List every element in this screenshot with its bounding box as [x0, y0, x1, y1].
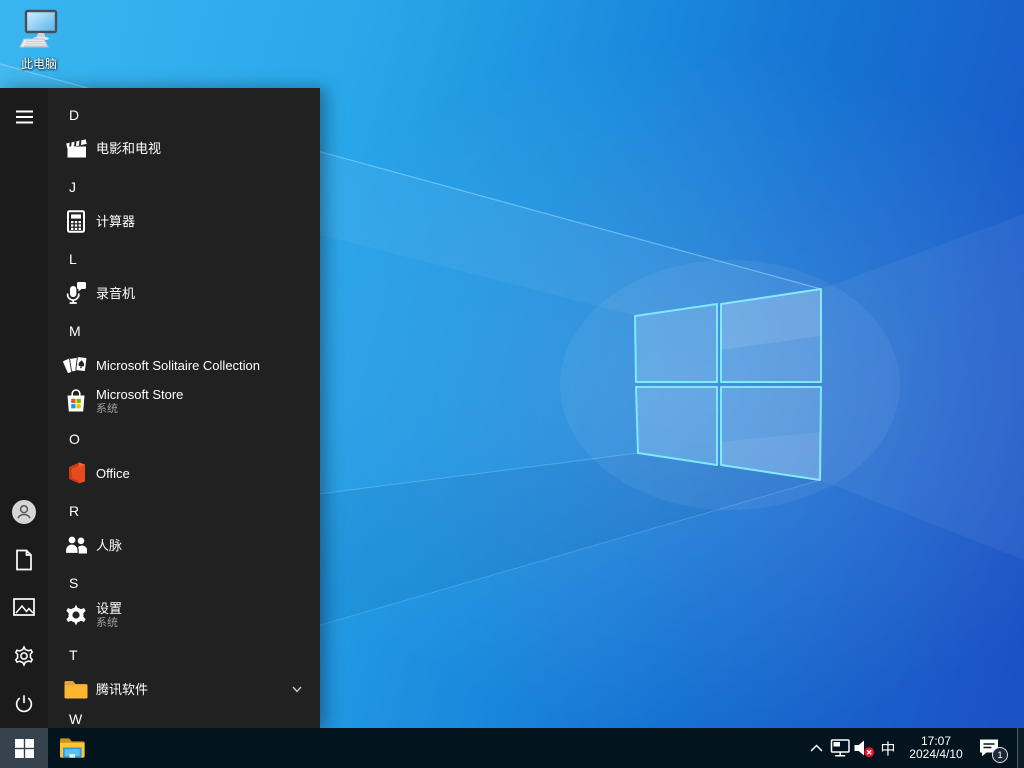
- folder-icon: [64, 680, 88, 698]
- people-icon: [64, 535, 87, 555]
- section-letter-j[interactable]: J: [69, 176, 109, 198]
- section-letter-t[interactable]: T: [69, 644, 109, 666]
- app-label: Microsoft Store: [96, 386, 184, 402]
- app-sublabel: 系统: [96, 616, 118, 629]
- volume-muted-icon: [854, 740, 874, 757]
- store-icon: [67, 389, 85, 412]
- file-explorer-icon: [60, 738, 85, 758]
- windows-logo-icon: [14, 738, 34, 758]
- voice-recorder-icon: [66, 282, 86, 304]
- app-row-calculator[interactable]: 计算器: [48, 205, 320, 237]
- tray-hidden-icons-button[interactable]: [806, 728, 826, 768]
- app-label: Office: [96, 465, 130, 481]
- movies-tv-icon: [65, 139, 87, 158]
- user-avatar: [12, 500, 36, 524]
- section-letter-m[interactable]: M: [69, 320, 109, 342]
- app-label: Microsoft Solitaire Collection: [96, 357, 261, 373]
- section-letter-s[interactable]: S: [69, 572, 109, 594]
- app-row-settings[interactable]: 设置 系统: [48, 595, 320, 635]
- start-menu-rail: [0, 88, 48, 728]
- pictures-button[interactable]: [0, 583, 48, 631]
- section-letter-w[interactable]: W: [69, 708, 109, 728]
- app-row-people[interactable]: 人脉: [48, 529, 320, 561]
- file-explorer-button[interactable]: [48, 728, 96, 768]
- documents-icon: [16, 549, 32, 571]
- windows-desktop-screen: 此电脑 D 电影和电视 J 计算器 L 录音机 M Microsoft Soli…: [0, 0, 1024, 768]
- pictures-icon: [13, 598, 35, 616]
- chevron-down-icon: [292, 686, 302, 693]
- start-button[interactable]: [0, 728, 48, 768]
- app-label: 电影和电视: [96, 140, 162, 156]
- start-menu-app-list: D 电影和电视 J 计算器 L 录音机 M Microsoft Solitair…: [48, 88, 320, 728]
- tray-ime-button[interactable]: 中: [876, 728, 900, 768]
- office-icon: [69, 462, 85, 484]
- app-row-office[interactable]: Office: [48, 457, 320, 489]
- app-label: 腾讯软件: [96, 681, 149, 697]
- section-letter-r[interactable]: R: [69, 500, 109, 522]
- tray-network-button[interactable]: [827, 728, 853, 768]
- app-label: 人脉: [96, 537, 123, 553]
- calculator-icon: [67, 209, 85, 233]
- show-desktop-button[interactable]: [1017, 728, 1024, 768]
- this-pc-icon: [19, 9, 58, 48]
- section-letter-d[interactable]: D: [69, 104, 109, 126]
- settings-icon: [66, 604, 86, 626]
- taskbar: 中 17:07 2024/4/10 1: [0, 728, 1024, 768]
- app-row-solitaire[interactable]: Microsoft Solitaire Collection: [48, 349, 320, 381]
- app-label: 设置: [96, 600, 123, 616]
- network-icon: [830, 739, 850, 757]
- action-center-button[interactable]: 1: [976, 728, 1014, 768]
- power-button[interactable]: [0, 680, 48, 728]
- rail-settings-button[interactable]: [0, 632, 48, 680]
- tray-date: 2024/4/10: [909, 747, 963, 761]
- app-row-microsoft-store[interactable]: Microsoft Store 系统: [48, 381, 320, 421]
- desktop-icon-this-pc[interactable]: 此电脑: [10, 6, 68, 78]
- start-menu: D 电影和电视 J 计算器 L 录音机 M Microsoft Solitair…: [0, 88, 320, 728]
- notification-badge: 1: [992, 747, 1008, 763]
- user-account-button[interactable]: [0, 488, 48, 536]
- documents-button[interactable]: [0, 536, 48, 584]
- chevron-up-icon: [809, 744, 823, 752]
- app-label: 计算器: [96, 213, 136, 229]
- desktop-icon-label: 此电脑: [20, 57, 57, 71]
- app-row-tencent-folder[interactable]: 腾讯软件: [48, 673, 320, 705]
- hamburger-icon: [15, 110, 33, 124]
- power-icon: [15, 695, 33, 713]
- app-label: 录音机: [96, 285, 136, 301]
- section-letter-o[interactable]: O: [69, 428, 109, 450]
- tray-clock-button[interactable]: 17:07 2024/4/10: [899, 728, 973, 768]
- app-row-voice-recorder[interactable]: 录音机: [48, 277, 320, 309]
- section-letter-l[interactable]: L: [69, 248, 109, 270]
- settings-gear-icon: [14, 645, 34, 667]
- expand-menu-button[interactable]: [0, 93, 48, 141]
- app-sublabel: 系统: [96, 402, 118, 415]
- solitaire-icon: [63, 356, 88, 373]
- app-row-movies-tv[interactable]: 电影和电视: [48, 132, 320, 164]
- tray-volume-button[interactable]: [851, 728, 877, 768]
- ime-label: 中: [880, 740, 896, 758]
